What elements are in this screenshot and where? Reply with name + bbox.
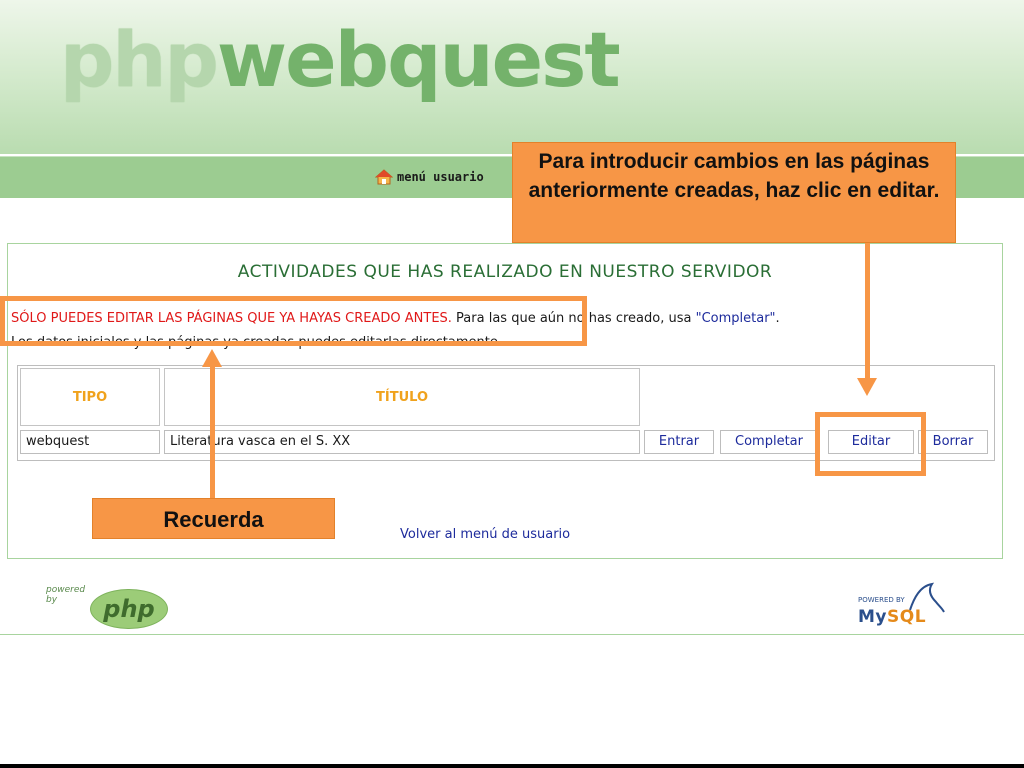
- user-menu-link[interactable]: menú usuario: [374, 169, 484, 185]
- arrow-up-icon: [202, 349, 222, 367]
- column-header-tipo: TIPO: [20, 368, 160, 426]
- php-powered-text: powered by: [46, 585, 86, 605]
- highlight-warning-box: [0, 296, 587, 346]
- arrow-to-warning: [210, 366, 215, 498]
- mysql-sql: SQL: [887, 607, 927, 627]
- highlight-editar-box: [815, 412, 926, 476]
- cell-titulo: Literatura vasca en el S. XX: [164, 430, 640, 454]
- entrar-button[interactable]: Entrar: [644, 430, 714, 454]
- phpwebquest-logo: phpwebquest: [60, 22, 621, 98]
- column-header-titulo: TÍTULO: [164, 368, 640, 426]
- user-menu-label: menú usuario: [397, 170, 484, 184]
- edit-instruction-callout: Para introducir cambios en las páginas a…: [512, 142, 956, 243]
- logo-suffix: webquest: [216, 15, 621, 104]
- mysql-powered-text: POWERED BY: [858, 596, 905, 604]
- notice-completar-quote: "Completar": [695, 311, 776, 326]
- header-banner: phpwebquest: [0, 0, 1024, 155]
- borrar-button[interactable]: Borrar: [918, 430, 988, 454]
- powered-by-php-logo: powered by php: [46, 585, 176, 631]
- back-to-user-menu-link[interactable]: Volver al menú de usuario: [400, 527, 570, 542]
- mysql-my: My: [858, 607, 887, 627]
- completar-button[interactable]: Completar: [720, 430, 818, 454]
- mysql-logo-text: MySQL: [858, 607, 926, 627]
- arrow-down-icon: [857, 378, 877, 396]
- recuerda-callout: Recuerda: [92, 498, 335, 539]
- logo-prefix: php: [60, 15, 219, 104]
- php-logo-text: php: [103, 595, 155, 623]
- notice-text-2: .: [775, 311, 780, 326]
- powered-by-mysql-logo: POWERED BY MySQL: [858, 580, 948, 630]
- house-icon: [374, 169, 394, 185]
- cell-tipo: webquest: [20, 430, 160, 454]
- bottom-edge-bar: [0, 764, 1024, 768]
- page-title: ACTIVIDADES QUE HAS REALIZADO EN NUESTRO…: [237, 262, 773, 282]
- arrow-to-editar: [865, 243, 870, 379]
- php-oval: php: [90, 589, 168, 629]
- footer-divider: [0, 634, 1024, 635]
